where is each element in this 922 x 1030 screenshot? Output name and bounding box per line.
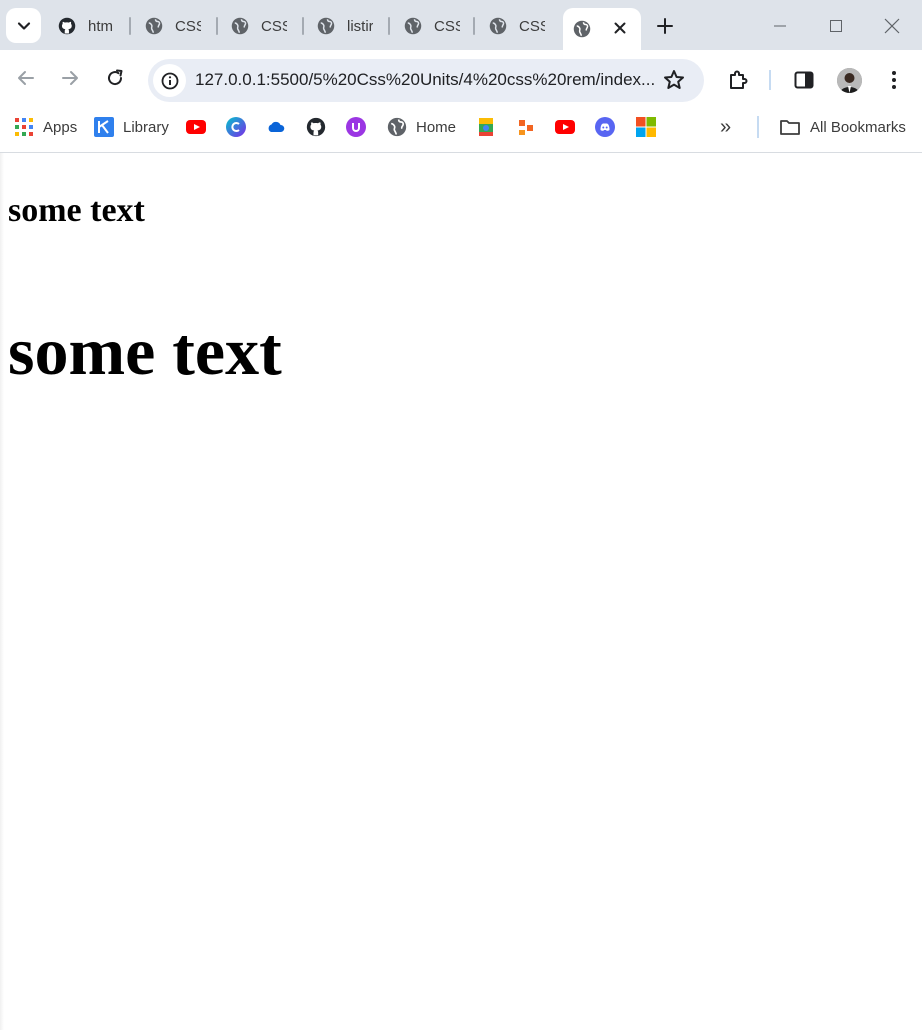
profile-avatar[interactable] [837,68,862,93]
github-icon [58,17,76,35]
globe-icon [231,17,249,35]
youtube-icon [186,120,206,134]
library-icon [94,117,114,137]
reload-button[interactable] [97,60,133,96]
tab-title: CSS [434,17,460,35]
tab-title: CSS [261,17,287,35]
globe-icon [489,17,507,35]
maximize-icon [830,20,842,32]
globe-icon [387,117,407,137]
apps-grid-icon [15,118,33,136]
close-icon [614,22,626,34]
folder-icon [780,120,800,135]
tab-0[interactable]: htm [42,8,128,44]
tab-strip: htm CSS CSS listir CSS CSS [0,0,922,50]
github-icon [306,117,326,137]
bookmark-library[interactable]: Library [94,114,169,140]
tab-2[interactable]: CSS [215,8,301,44]
side-panel-icon [794,71,814,89]
bookmark-home[interactable]: Home [387,114,456,140]
toolbar-separator [769,70,771,90]
tab-search-button[interactable] [6,8,41,43]
user-avatar-icon [837,68,862,93]
bookmark-apps[interactable]: Apps [14,114,77,140]
side-panel-button[interactable] [790,66,818,94]
heading-large: some text [8,313,282,389]
discord-icon [595,117,615,137]
tab-5[interactable]: CSS [473,8,559,44]
maximize-button[interactable] [813,8,859,44]
bookmark-label: Library [123,118,169,136]
minimize-icon [774,25,786,27]
bookmark-onedrive[interactable] [266,114,286,140]
globe-icon [404,17,422,35]
heading-small: some text [8,192,145,229]
bookmark-youtube-1[interactable] [186,114,206,140]
bookmark-label: Home [416,118,457,136]
all-bookmarks-label: All Bookmarks [810,118,906,136]
bookmark-orange-app[interactable] [516,114,536,140]
bookmark-microsoft[interactable] [636,114,656,140]
onedrive-icon [268,121,285,132]
tab-title: CSS [519,17,545,35]
arrow-right-icon [62,71,78,85]
info-icon [161,72,178,89]
google-maps-icon [479,118,493,136]
close-icon [884,18,900,34]
bookmark-discord[interactable] [595,114,615,140]
reload-icon [108,69,123,86]
more-vertical-icon [892,71,896,89]
bookmark-google-maps[interactable] [476,114,496,140]
youtube-icon [555,120,575,134]
bookmark-canva[interactable] [226,114,246,140]
tab-1[interactable]: CSS [129,8,215,44]
bookmark-github[interactable] [306,114,326,140]
address-url[interactable]: 127.0.0.1:5500/5%20Css%20Units/4%20css%2… [195,70,655,90]
plus-icon [657,18,673,34]
extensions-button[interactable] [724,66,752,94]
chevron-down-icon [17,21,30,30]
bookmark-star-icon[interactable] [662,68,686,92]
close-tab-button[interactable] [610,18,630,38]
tab-4[interactable]: CSS [388,8,474,44]
all-bookmarks-button[interactable]: All Bookmarks [779,114,906,140]
tab-title: CSS [175,17,201,35]
site-info-button[interactable] [153,64,186,97]
page-content [0,153,922,1030]
minimize-button[interactable] [757,8,803,44]
forward-button[interactable] [52,60,88,96]
new-tab-button[interactable] [652,13,678,39]
globe-icon [317,17,335,35]
bookmark-upwork[interactable] [346,114,366,140]
double-chevron-right-icon: » [720,115,732,138]
microsoft-icon [636,117,656,137]
arrow-left-icon [18,71,34,85]
menu-button[interactable] [880,66,908,94]
tab-title: htm [88,17,114,35]
globe-icon [145,17,163,35]
puzzle-icon [730,70,748,89]
back-button[interactable] [8,60,44,96]
tab-6-active[interactable] [563,8,641,50]
canva-icon [226,117,246,137]
close-window-button[interactable] [869,8,915,44]
globe-icon [573,20,591,38]
bookmark-youtube-2[interactable] [555,114,575,140]
bookmarks-overflow-button[interactable]: » [720,114,731,140]
page-edge [0,153,4,1030]
bookmark-label: Apps [43,118,78,136]
bookmarks-separator [757,116,759,138]
tab-title: listir [347,17,373,35]
tab-3[interactable]: listir [301,8,387,44]
orange-app-icon [519,120,533,135]
upwork-icon [346,117,366,137]
